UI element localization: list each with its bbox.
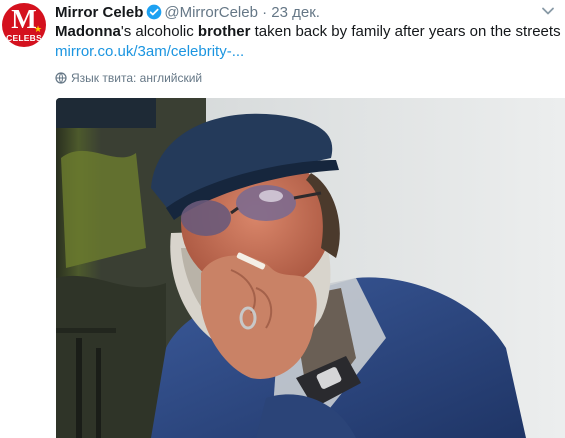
avatar[interactable]: M ★ CELEBS — [2, 3, 46, 47]
author-handle[interactable]: @MirrorCeleb — [164, 4, 258, 21]
tweet-text-part: taken back by family after years on the … — [250, 23, 561, 40]
author-name[interactable]: Mirror Celeb — [55, 4, 143, 21]
tweet-photo[interactable] — [56, 98, 565, 438]
tweet-language-note: Язык твита: английский — [55, 70, 202, 88]
tweet-text-bold-brother: brother — [197, 23, 251, 40]
photo-illustration — [56, 98, 565, 438]
chevron-down-icon[interactable] — [541, 4, 555, 18]
tweet-text: Madonna's alcoholic brother taken back b… — [55, 22, 561, 42]
tweet-date[interactable]: 23 дек. — [271, 4, 320, 21]
separator: · — [262, 4, 268, 21]
star-icon: ★ — [34, 24, 43, 34]
language-note-text: Язык твита: английский — [71, 71, 203, 85]
tweet-text-part: 's alcoholic — [120, 23, 198, 40]
globe-icon — [55, 72, 67, 88]
article-link[interactable]: mirror.co.uk/3am/celebrity-... — [55, 42, 244, 62]
tweet-text-mention-madonna: Madonna — [55, 23, 121, 40]
avatar-logo-subtext: CELEBS — [6, 33, 42, 43]
